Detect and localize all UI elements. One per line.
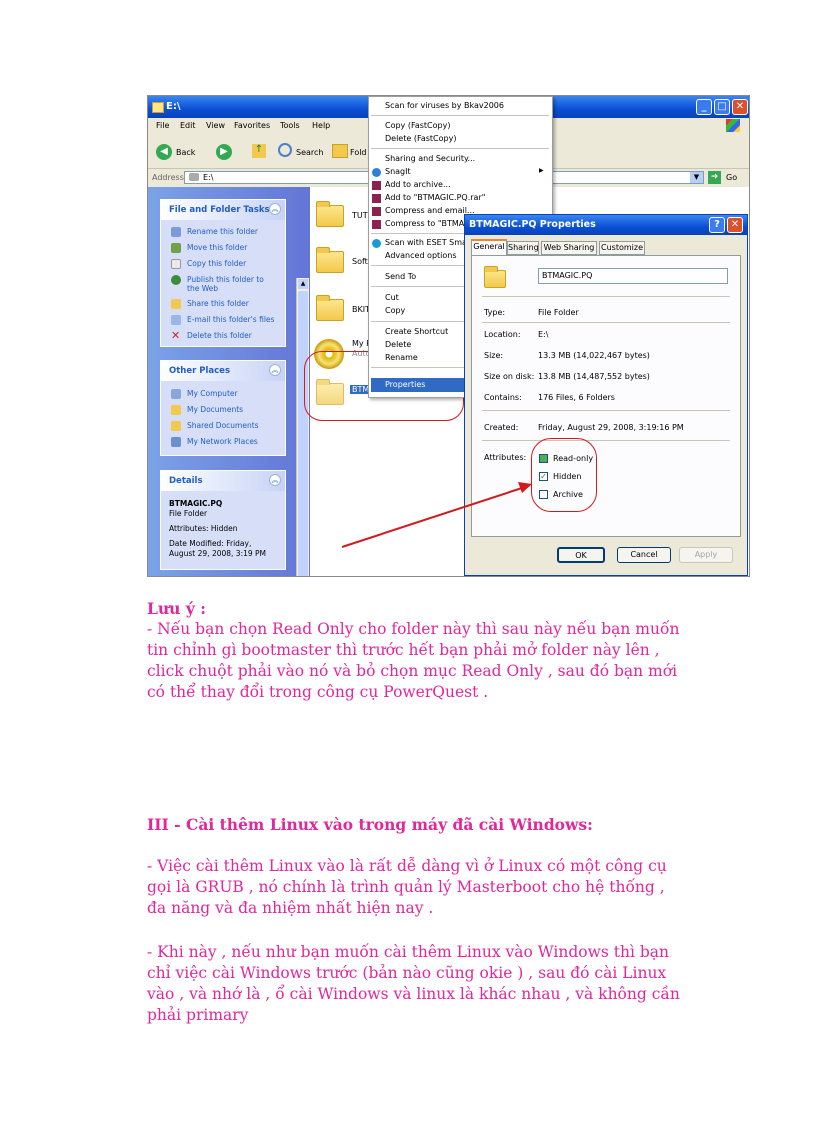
explorer-screenshot: E:\ _ □ ✕ File Edit View Favorites Tools… [147, 95, 750, 577]
note-title: Lưu ý : [147, 599, 206, 618]
paragraph-2-block: - Khi này , nếu như bạn muốn cài thêm Li… [147, 942, 687, 1026]
paragraph-1-block: - Việc cài thêm Linux vào là rất dễ dàng… [147, 856, 687, 919]
arrow-head [518, 482, 532, 493]
note-body: - Nếu bạn chọn Read Only cho folder này … [147, 620, 680, 701]
section-title: III - Cài thêm Linux vào trong máy đã cà… [147, 815, 593, 834]
red-arrow-annotation [341, 482, 532, 548]
paragraph-2: - Khi này , nếu như bạn muốn cài thêm Li… [147, 943, 680, 1024]
paragraph-1: - Việc cài thêm Linux vào là rất dễ dàng… [147, 857, 667, 917]
note-section: Lưu ý : - Nếu bạn chọn Read Only cho fol… [147, 598, 687, 703]
arrow-line [341, 487, 523, 548]
section-heading-block: III - Cài thêm Linux vào trong máy đã cà… [147, 814, 687, 835]
